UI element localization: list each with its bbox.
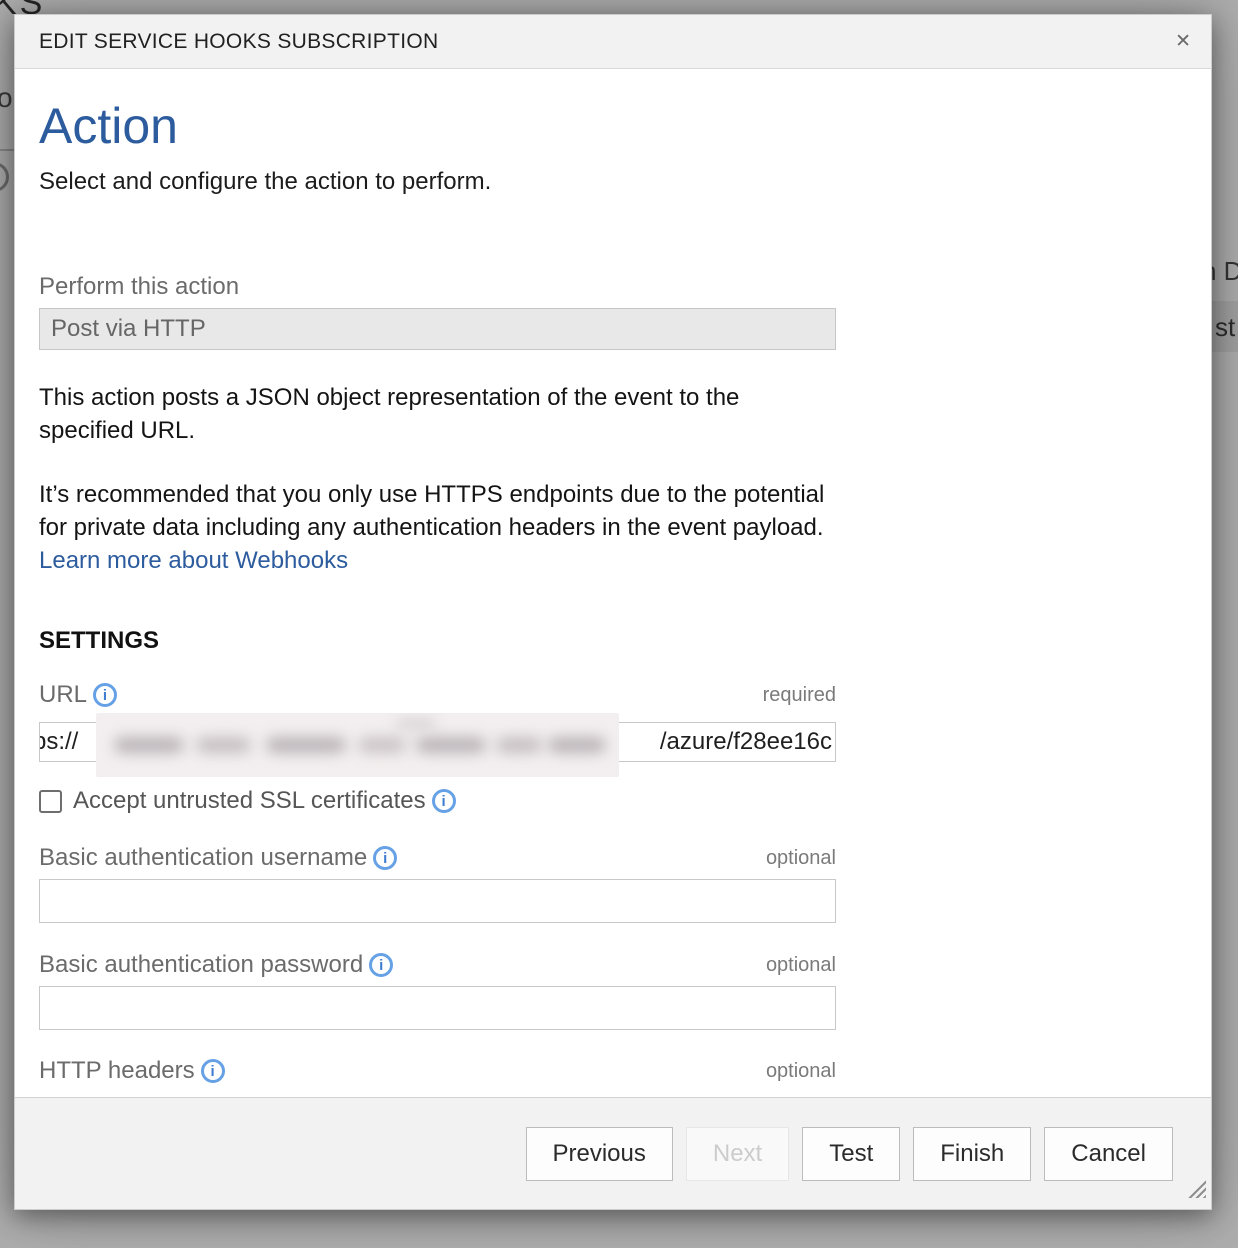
info-icon[interactable]: i — [369, 953, 393, 977]
background-text-fragment: o — [0, 82, 13, 114]
info-icon[interactable]: i — [201, 1059, 225, 1083]
settings-heading: SETTINGS — [39, 627, 159, 655]
learn-more-webhooks-link[interactable]: Learn more about Webhooks — [39, 547, 348, 574]
optional-badge: optional — [766, 954, 836, 977]
dialog-header: EDIT SERVICE HOOKS SUBSCRIPTION ✕ — [15, 15, 1211, 69]
http-headers-label: HTTP headers — [39, 1057, 195, 1085]
password-input[interactable] — [39, 986, 836, 1030]
ssl-checkbox-row: Accept untrusted SSL certificates i — [39, 787, 456, 815]
ssl-checkbox[interactable] — [39, 790, 62, 813]
required-badge: required — [763, 684, 836, 707]
ssl-checkbox-label: Accept untrusted SSL certificates — [73, 787, 426, 815]
username-input[interactable] — [39, 879, 836, 923]
test-button[interactable]: Test — [802, 1127, 900, 1181]
https-recommendation: It’s recommended that you only use HTTPS… — [39, 478, 831, 577]
username-label-row: Basic authentication username i optional — [39, 844, 836, 872]
url-label: URL — [39, 681, 87, 709]
info-icon[interactable]: i — [93, 683, 117, 707]
password-label: Basic authentication password — [39, 951, 363, 979]
close-icon[interactable]: ✕ — [1175, 32, 1191, 51]
url-value-prefix: ps:// — [39, 728, 78, 756]
optional-badge: optional — [766, 847, 836, 870]
perform-action-select: Post via HTTP — [39, 308, 836, 350]
url-label-row: URL i required — [39, 681, 836, 709]
action-description: This action posts a JSON object represen… — [39, 381, 831, 447]
perform-action-label: Perform this action — [39, 273, 239, 301]
http-headers-label-row: HTTP headers i optional — [39, 1057, 836, 1085]
cancel-button[interactable]: Cancel — [1044, 1127, 1173, 1181]
https-recommendation-text: It’s recommended that you only use HTTPS… — [39, 481, 824, 541]
username-label: Basic authentication username — [39, 844, 367, 872]
page-title: Action — [39, 99, 178, 153]
dialog-footer: Previous Next Test Finish Cancel — [15, 1097, 1211, 1209]
redaction-blur — [96, 713, 619, 777]
dimmed-overlay: { "colors": { "accent_blue": "#2d5c9e", … — [0, 0, 1238, 1248]
finish-button[interactable]: Finish — [913, 1127, 1031, 1181]
optional-badge: optional — [766, 1060, 836, 1083]
dialog-title: EDIT SERVICE HOOKS SUBSCRIPTION — [39, 30, 438, 54]
edit-service-hooks-subscription-dialog: EDIT SERVICE HOOKS SUBSCRIPTION ✕ Action… — [14, 14, 1212, 1210]
background-divider — [0, 149, 14, 151]
previous-button[interactable]: Previous — [526, 1127, 673, 1181]
background-text-fragment: st — [1215, 312, 1235, 343]
next-button: Next — [686, 1127, 789, 1181]
page-subtitle: Select and configure the action to perfo… — [39, 168, 491, 196]
password-label-row: Basic authentication password i optional — [39, 951, 836, 979]
url-value-suffix: /azure/f28ee16c — [660, 728, 832, 756]
info-icon[interactable]: i — [432, 789, 456, 813]
info-icon[interactable]: i — [373, 846, 397, 870]
refresh-icon — [0, 162, 9, 192]
